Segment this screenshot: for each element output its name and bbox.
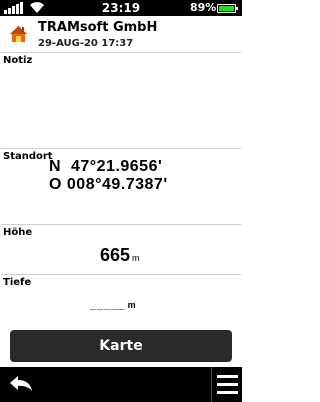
back-arrow-icon [10,376,32,391]
elevation-value: 665 m [100,245,140,266]
depth-value: _____ m [90,299,137,311]
note-label: Notiz [3,55,33,66]
battery-fill [219,6,235,11]
depth-unit: m [127,300,137,310]
depth-label: Tiefe [3,277,32,288]
waypoint-title: TRAMsoft GmbH [38,20,158,35]
latitude-value: N 47°21.9656' [49,158,163,175]
bottom-bar [0,367,242,402]
waypoint-date: 29-AUG-20 17:37 [38,38,134,49]
location-section[interactable]: Standort N 47°21.9656' O 008°49.7387' [1,148,241,224]
depth-section[interactable]: Tiefe _____ m [1,274,241,326]
menu-button[interactable] [211,367,242,402]
status-bar: 23:19 89% [0,0,242,16]
elevation-label: Höhe [3,227,33,238]
battery-percent: 89% [190,1,217,14]
home-icon [10,26,27,42]
map-button[interactable]: Karte [10,330,232,362]
note-section[interactable]: Notiz [1,52,241,148]
longitude-value: O 008°49.7387' [49,176,168,193]
back-button[interactable] [0,367,42,402]
hamburger-menu-icon [217,375,238,394]
depth-number: _____ [90,299,126,311]
battery-icon [217,4,238,13]
elevation-section[interactable]: Höhe 665 m [1,224,241,274]
elevation-number: 665 [100,245,131,265]
elevation-unit: m [132,253,140,263]
location-label: Standort [3,151,53,162]
header: TRAMsoft GmbH 29-AUG-20 17:37 [0,16,242,52]
